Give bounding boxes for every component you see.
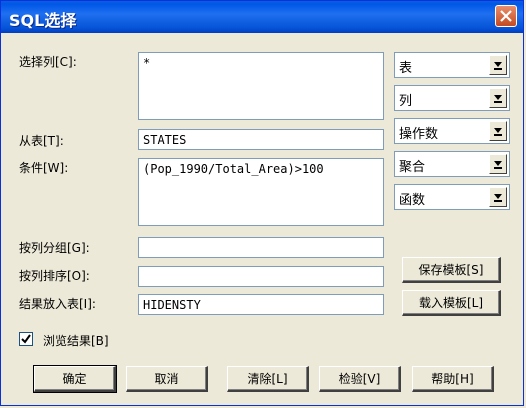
column-dropdown[interactable]: 列 — [394, 85, 510, 111]
operator-dropdown[interactable]: 操作数 — [394, 118, 510, 144]
select-columns-label: 选择列[C]: — [19, 55, 77, 69]
verify-button[interactable]: 检验[V] — [319, 366, 401, 392]
select-columns-input[interactable]: * — [138, 52, 384, 120]
title-bar[interactable]: SQL选择 — [1, 1, 523, 33]
result-table-input[interactable]: HIDENSTY — [138, 294, 384, 315]
browse-results-label: 浏览结果[B] — [43, 334, 109, 348]
column-dropdown-value: 列 — [399, 94, 413, 109]
clear-button[interactable]: 清除[L] — [227, 366, 309, 392]
dropdown-arrow-icon[interactable] — [489, 187, 507, 207]
table-dropdown[interactable]: 表 — [394, 52, 510, 78]
from-table-input[interactable]: STATES — [138, 129, 384, 150]
group-by-input[interactable] — [138, 237, 384, 258]
operator-dropdown-value: 操作数 — [399, 127, 439, 142]
function-dropdown[interactable]: 函数 — [394, 184, 510, 210]
from-table-label: 从表[T]: — [19, 134, 64, 148]
close-button[interactable] — [495, 5, 517, 27]
save-template-button[interactable]: 保存模板[S] — [402, 257, 501, 283]
dropdown-arrow-icon[interactable] — [489, 55, 507, 75]
window-title: SQL选择 — [9, 11, 77, 30]
dropdown-arrow-icon[interactable] — [489, 88, 507, 108]
function-dropdown-value: 函数 — [399, 193, 426, 208]
browse-results-checkbox[interactable] — [19, 332, 33, 346]
table-dropdown-value: 表 — [399, 61, 413, 76]
aggregate-dropdown-value: 聚合 — [399, 160, 426, 175]
load-template-button[interactable]: 载入模板[L] — [402, 290, 501, 316]
dropdown-arrow-icon[interactable] — [489, 121, 507, 141]
dropdown-arrow-icon[interactable] — [489, 154, 507, 174]
order-by-input[interactable] — [138, 266, 384, 287]
group-by-label: 按列分组[G]: — [19, 241, 90, 255]
cancel-button[interactable]: 取消 — [126, 366, 208, 392]
order-by-label: 按列排序[O]: — [19, 269, 90, 283]
condition-label: 条件[W]: — [19, 161, 69, 175]
sql-select-dialog: SQL选择 选择列[C]: 从表[T]: 条件[W]: 按列分组[G]: 按列排… — [0, 0, 524, 406]
aggregate-dropdown[interactable]: 聚合 — [394, 151, 510, 177]
checkmark-icon — [21, 334, 31, 344]
condition-input[interactable]: (Pop_1990/Total_Area)>100 — [138, 158, 384, 226]
result-table-label: 结果放入表[I]: — [19, 297, 96, 311]
help-button[interactable]: 帮助[H] — [412, 366, 494, 392]
ok-button[interactable]: 确定 — [33, 365, 117, 393]
